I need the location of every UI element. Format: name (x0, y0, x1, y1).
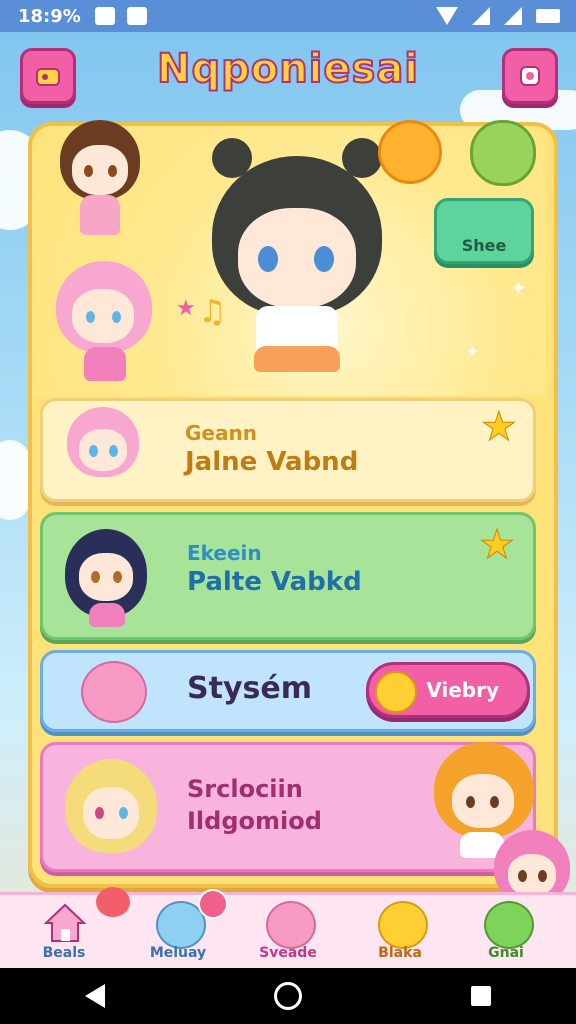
favorite-star-icon[interactable]: ★ (479, 525, 519, 566)
crown-badge-icon (375, 671, 417, 713)
favorite-star-icon[interactable]: ★ (481, 407, 521, 448)
system-navigation-bar (0, 968, 576, 1024)
sparkle-icon: ✦ (466, 342, 480, 361)
header: Nqponiesai (0, 40, 576, 110)
gallery-notification-icon (94, 7, 115, 25)
nav-item-gnai[interactable]: Gnai (456, 895, 556, 971)
nav-label-home: Beals (42, 945, 86, 961)
library-button[interactable]: Viebry (366, 662, 530, 718)
star-sparkle-icon: ★ (176, 296, 196, 321)
signal-icon (472, 7, 490, 25)
share-button-label: Shee (461, 236, 507, 255)
pink-slime-icon (81, 661, 147, 723)
card-1-title: Jalne Vabnd (185, 447, 359, 477)
slime-green-icon (484, 901, 534, 949)
recent-apps-icon[interactable] (471, 986, 492, 1006)
nav-label-menu: Meluay (149, 945, 207, 961)
nav-label-scene: Sveade (259, 945, 317, 961)
heart-badge-icon (96, 887, 130, 917)
sd-card-icon (126, 7, 147, 25)
home-icon[interactable] (273, 982, 302, 1010)
main-chibi-character[interactable] (192, 138, 402, 388)
character-card-2[interactable]: Ekeein Palte Vabkd ★ (40, 512, 536, 640)
music-note-icon: ♫ (198, 292, 227, 330)
share-button[interactable]: Shee (434, 198, 534, 264)
profile-button[interactable] (20, 48, 76, 104)
character-card-1[interactable]: Geann Jalne Vabnd ★ (40, 398, 536, 502)
house-icon (43, 903, 87, 942)
card-1-subtitle: Geann (185, 421, 257, 445)
chibi-avatar-blonde (61, 751, 161, 869)
sparkle-icon: ✦ (510, 276, 527, 300)
status-time: 18:9% (18, 5, 81, 27)
tag-icon (36, 68, 60, 86)
card-4-subtitle: Srclociin (187, 775, 303, 803)
chibi-character-brown-hair[interactable] (50, 115, 150, 245)
chibi-avatar-pink (63, 403, 143, 499)
green-slime-mascot-icon (470, 120, 536, 186)
notification-badge (198, 889, 228, 919)
status-bar: 18:9% (0, 0, 576, 32)
page-title: Nqponiesai (156, 45, 420, 93)
nav-item-blaka[interactable]: Blaka (350, 895, 450, 971)
card-4-title: Ildgomiod (187, 807, 322, 835)
cloud-decoration (0, 440, 30, 520)
nav-label-blaka: Blaka (378, 945, 422, 961)
bottom-navigation: Beals Meluay Sveade Blaka Gnai (0, 887, 576, 971)
back-icon[interactable] (84, 984, 105, 1008)
nav-item-scene[interactable]: Sveade (238, 895, 338, 971)
nav-label-gnai: Gnai (488, 945, 524, 961)
battery-icon (536, 9, 560, 23)
settings-button[interactable] (502, 48, 558, 104)
library-button-label: Viebry (426, 678, 499, 702)
chibi-character-pink-hair[interactable] (50, 255, 160, 385)
card-2-title: Palte Vabkd (187, 567, 362, 597)
card-2-subtitle: Ekeein (187, 541, 262, 565)
system-card-title: Stysém (187, 671, 312, 706)
wifi-icon (436, 7, 458, 25)
chibi-avatar-navy (61, 523, 151, 631)
sun-mascot-icon (378, 120, 442, 184)
signal-alt-icon (504, 7, 522, 25)
gear-icon (520, 66, 540, 86)
slime-pink-icon (266, 901, 316, 949)
slime-yellow-icon (378, 901, 428, 949)
